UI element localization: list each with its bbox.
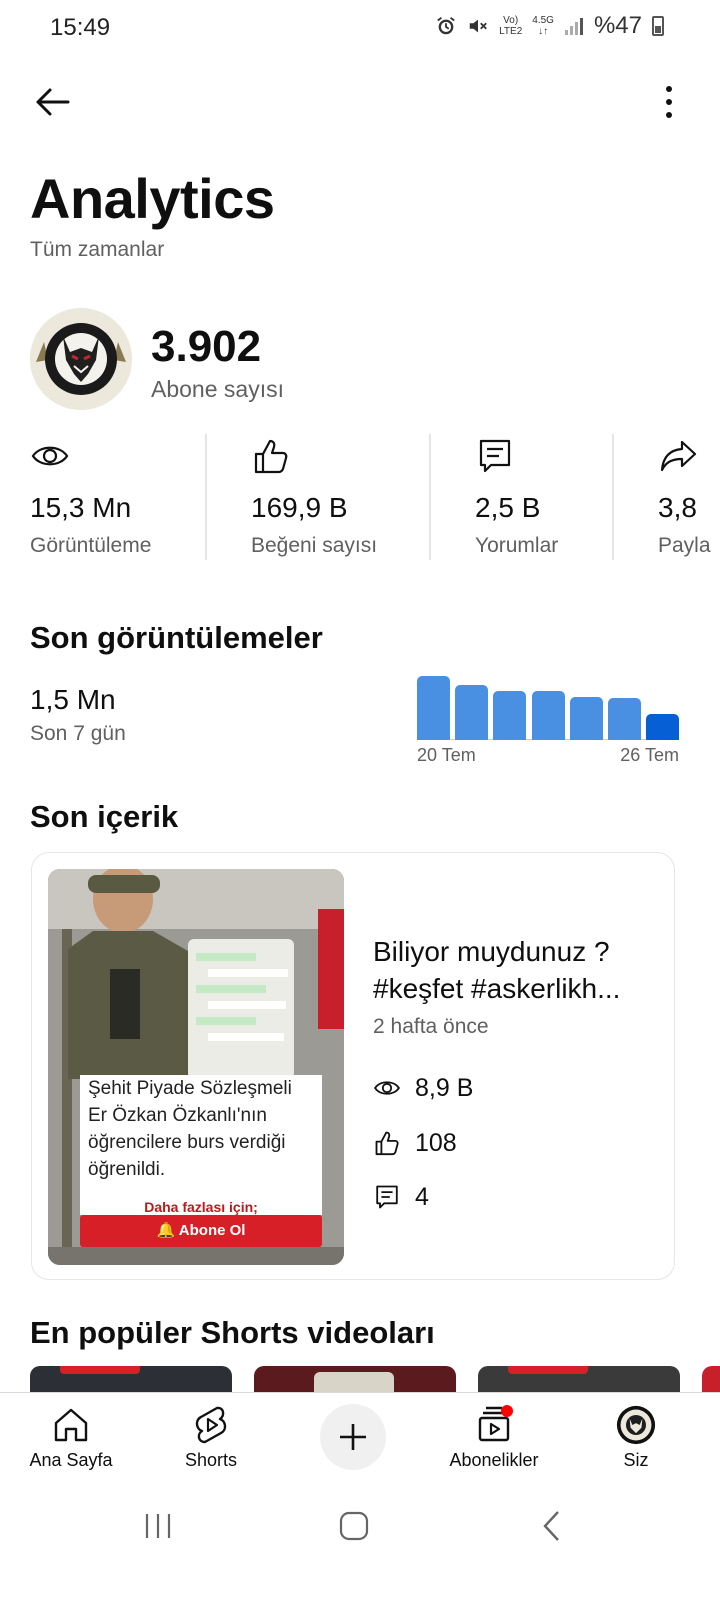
arrow-left-icon (36, 88, 70, 116)
period-selector[interactable]: Tüm zamanlar (30, 238, 164, 262)
comment-icon (479, 439, 511, 473)
home-square-icon (339, 1511, 369, 1541)
short-thumbnail[interactable] (478, 1366, 680, 1392)
shorts-icon (191, 1405, 231, 1445)
chart-x-tick-label: 26 Tem (620, 745, 679, 765)
likes-value: 169,9 B (251, 492, 348, 523)
recent-apps-icon (145, 1514, 171, 1538)
comments-label: Yorumlar (475, 534, 559, 557)
back-system-button[interactable] (522, 1508, 582, 1544)
video-likes: 108 (373, 1128, 457, 1158)
chart-bar (417, 676, 450, 740)
comment-icon (376, 1185, 398, 1209)
stat-comments[interactable]: 2,5 B Yorumlar (475, 432, 605, 562)
video-age: 2 hafta önce (373, 1015, 489, 1038)
video-comments: 4 (373, 1182, 429, 1212)
subscriptions-icon (474, 1405, 514, 1445)
stats-row[interactable]: 15,3 Mn Görüntüleme 169,9 B Beğeni sayıs… (0, 432, 720, 562)
more-options-button[interactable] (654, 80, 684, 124)
page-title: Analytics (30, 167, 275, 230)
eye-icon (31, 446, 69, 466)
thumb-up-icon (375, 1131, 399, 1156)
likes-label: Beğeni sayısı (251, 534, 378, 557)
mute-icon (469, 19, 487, 33)
create-button[interactable] (320, 1404, 386, 1470)
chart-bar (646, 713, 679, 740)
recent-views-title: Son görüntülemeler (30, 620, 323, 655)
channel-summary[interactable]: 3.902 Abone sayısı (30, 308, 690, 412)
home-icon (51, 1405, 91, 1445)
chart-bar (493, 691, 527, 740)
network-label: Vo) LTE2 (499, 15, 523, 37)
battery-icon (652, 16, 664, 36)
wolf-logo-icon (30, 308, 132, 410)
chart-x-tick-label: 20 Tem (417, 745, 476, 765)
stat-divider (612, 434, 614, 560)
video-title[interactable]: Biliyor muydunuz ? #keşfet #askerlikh... (373, 933, 661, 1007)
alarm-icon (437, 17, 455, 35)
nav-you[interactable]: Siz (576, 1393, 696, 1481)
more-vert-icon (666, 86, 672, 92)
recent-content-title: Son içerik (30, 799, 179, 834)
status-bar: 15:49 Vo) LTE2 4.5G ↓↑ %47 (0, 0, 720, 56)
thumbnail-subscribe-button: 🔔 Abone Ol (156, 1222, 246, 1239)
shares-value: 3,8 (658, 492, 697, 523)
profile-avatar-icon (616, 1405, 656, 1445)
home-system-button[interactable] (324, 1508, 384, 1544)
video-views: 8,9 B (373, 1073, 473, 1103)
battery-percent: %47 (593, 12, 642, 39)
share-icon (660, 440, 697, 472)
mobile-data-label: 4.5G ↓↑ (532, 15, 554, 37)
recent-views-period: Son 7 gün (30, 722, 126, 745)
stat-shares[interactable]: 3,8 Payla (658, 432, 720, 562)
chevron-left-icon (543, 1511, 559, 1541)
system-navigation (0, 1480, 720, 1600)
recent-content-card[interactable]: Şehit Piyade Sözleşmeli Er Özkan Özkanlı… (31, 852, 675, 1280)
short-thumbnail[interactable] (30, 1366, 232, 1392)
shares-label: Payla (658, 534, 711, 557)
stat-likes[interactable]: 169,9 B Beğeni sayısı (251, 432, 426, 562)
short-thumbnail[interactable] (254, 1366, 456, 1392)
nav-subscriptions[interactable]: Abonelikler (434, 1393, 554, 1481)
data-arrows-icon: ↓↑ (538, 26, 549, 37)
thumbnail-caption: Şehit Piyade Sözleşmeli Er Özkan Özkanlı… (88, 1078, 292, 1180)
comments-value: 2,5 B (475, 492, 541, 523)
top-bar (0, 70, 720, 134)
chart-bar (569, 696, 603, 740)
popular-shorts-row[interactable] (0, 1366, 720, 1392)
video-thumbnail[interactable]: Şehit Piyade Sözleşmeli Er Özkan Özkanlı… (48, 869, 344, 1265)
subscriber-label: Abone sayısı (151, 376, 284, 402)
recent-apps-button[interactable] (128, 1508, 188, 1544)
short-thumbnail[interactable] (702, 1366, 720, 1392)
recent-views-chart[interactable]: 20 Tem 26 Tem (417, 676, 679, 766)
popular-shorts-title: En popüler Shorts videoları (30, 1315, 435, 1350)
subscriber-count: 3.902 (151, 322, 262, 371)
stat-divider (429, 434, 431, 560)
back-button[interactable] (28, 82, 76, 122)
views-value: 15,3 Mn (30, 492, 132, 523)
signal-icon (564, 18, 583, 35)
chart-bar (531, 691, 565, 740)
thumb-up-icon (254, 439, 288, 474)
views-label: Görüntüleme (30, 534, 152, 557)
stat-views[interactable]: 15,3 Mn Görüntüleme (30, 432, 200, 562)
status-time: 15:49 (50, 14, 111, 41)
recent-views-value: 1,5 Mn (30, 684, 116, 715)
channel-avatar (30, 308, 132, 410)
plus-icon (340, 1424, 366, 1450)
nav-home[interactable]: Ana Sayfa (11, 1393, 131, 1481)
nav-shorts[interactable]: Shorts (151, 1393, 271, 1481)
chart-bar (455, 684, 489, 740)
thumbnail-banner: Daha fazlası için; (144, 1199, 258, 1215)
chart-bar (607, 698, 641, 740)
eye-icon (374, 1081, 400, 1095)
status-icons: Vo) LTE2 4.5G ↓↑ %47 (435, 12, 664, 40)
stat-divider (205, 434, 207, 560)
